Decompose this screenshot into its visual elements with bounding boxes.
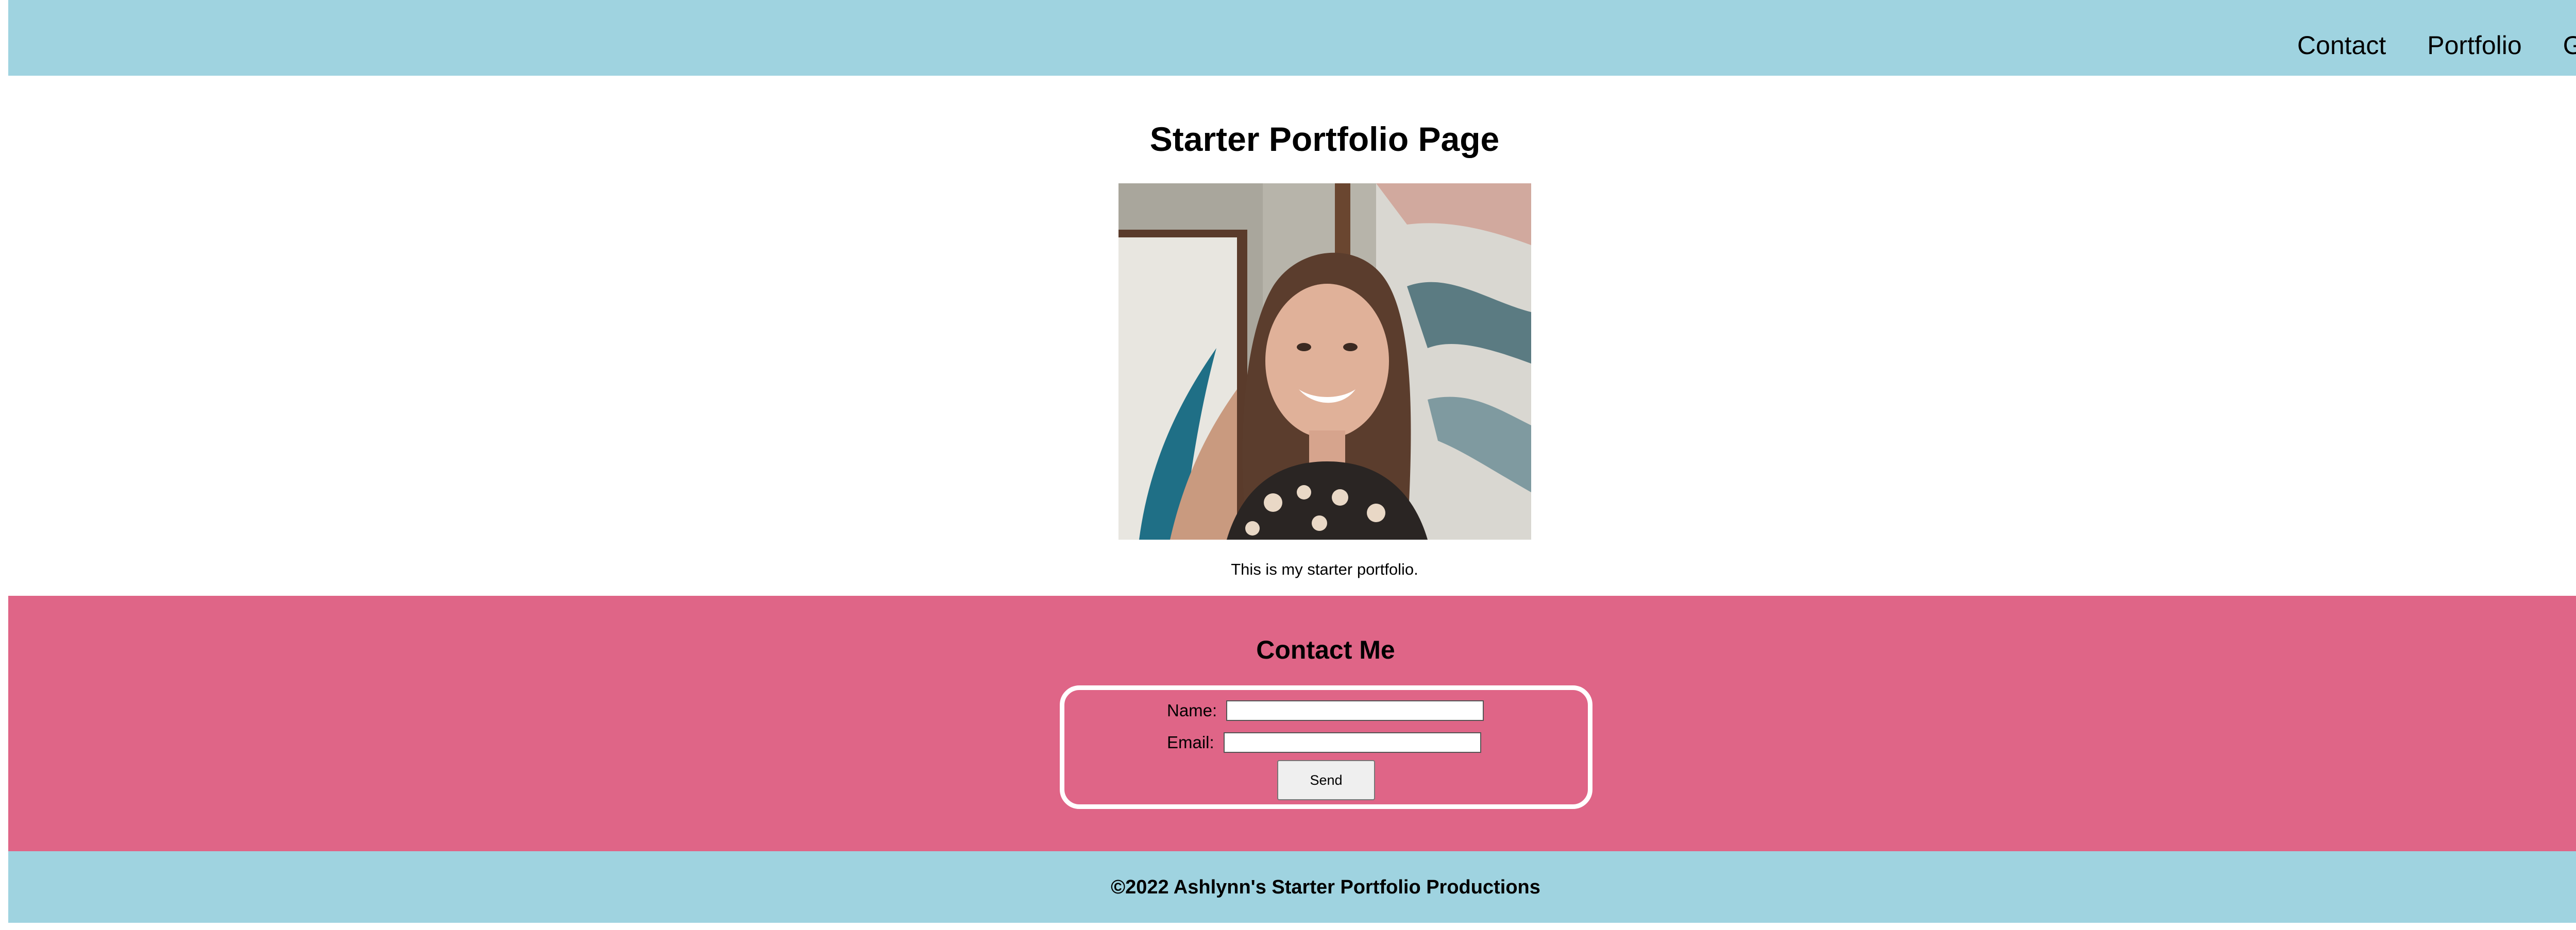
email-field[interactable]: [1223, 732, 1481, 753]
email-label: Email:: [1167, 733, 1214, 752]
page-title: Starter Portfolio Page: [1149, 120, 1500, 158]
nav-contact-link[interactable]: Contact: [2297, 30, 2386, 61]
contact-form: Name: Email: Send: [1060, 685, 1592, 809]
name-row: Name:: [1167, 700, 1484, 721]
main-nav: Contact Portfolio Github: [2256, 30, 2576, 61]
email-row: Email:: [1167, 732, 1481, 753]
portrait-photo: [1118, 183, 1531, 540]
contact-title: Contact Me: [1256, 635, 1395, 664]
intro-text: This is my starter portfolio.: [1231, 560, 1418, 578]
nav-github-link[interactable]: Github: [2563, 30, 2576, 61]
site-footer: ©2022 Ashlynn's Starter Portfolio Produc…: [8, 851, 2576, 923]
contact-section: Contact Me Name: Email: Send: [8, 596, 2576, 851]
page: Contact Portfolio Github Starter Portfol…: [0, 0, 2576, 930]
send-button[interactable]: Send: [1277, 760, 1375, 800]
site-header: Contact Portfolio Github: [8, 0, 2576, 76]
name-field[interactable]: [1226, 700, 1484, 721]
name-label: Name:: [1167, 701, 1217, 720]
footer-copyright: ©2022 Ashlynn's Starter Portfolio Produc…: [1111, 876, 1540, 898]
nav-portfolio-link[interactable]: Portfolio: [2427, 30, 2521, 61]
